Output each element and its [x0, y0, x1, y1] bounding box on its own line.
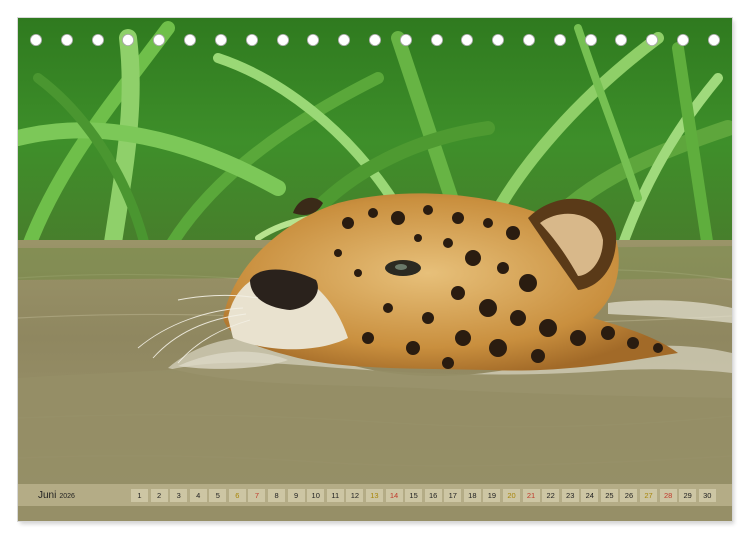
- day-cell: 27: [640, 489, 658, 502]
- day-cell: 1: [131, 489, 148, 502]
- day-cell: 22: [542, 489, 560, 502]
- day-cell: 19: [483, 489, 501, 502]
- day-cell: 18: [463, 489, 481, 502]
- binding-hole: [338, 34, 351, 46]
- binding-hole: [399, 34, 412, 46]
- binding-hole: [368, 34, 381, 46]
- day-cell: 26: [620, 489, 638, 502]
- binding-hole: [492, 34, 505, 46]
- day-cell: 25: [600, 489, 618, 502]
- binding-hole: [91, 34, 104, 46]
- calendar-page: Juni 2026 1 2 3 4 5 6 7 8 9 10 11 12 13 14 15 16 17 18 19 20…: [18, 18, 732, 521]
- day-cell: 15: [405, 489, 423, 502]
- day-cell: 23: [561, 489, 579, 502]
- binding-hole: [122, 34, 135, 46]
- day-cell: 3: [170, 489, 188, 502]
- day-cell: 9: [287, 489, 305, 502]
- day-cell: 30: [698, 489, 716, 502]
- binding-hole: [214, 34, 227, 46]
- day-list: 1 2 3 4 5 6 7 8 9 10 11 12 13 14 15 16 17 18 19 20 21 22 23 24 2…: [131, 488, 716, 503]
- day-cell: 29: [679, 489, 697, 502]
- day-cell: 4: [189, 489, 207, 502]
- binding-hole: [430, 34, 443, 46]
- day-cell: 16: [424, 489, 442, 502]
- day-cell: 28: [659, 489, 677, 502]
- month-label: Juni 2026: [38, 491, 75, 502]
- binding-hole: [677, 34, 690, 46]
- binding-hole: [153, 34, 166, 46]
- binding-hole: [523, 34, 535, 46]
- binding-hole: [245, 34, 258, 46]
- binding-hole: [553, 34, 566, 46]
- day-cell: 21: [522, 489, 540, 502]
- binding-hole: [30, 34, 42, 46]
- day-cell: 14: [385, 489, 403, 502]
- jaguar-swimming-photo: [18, 18, 732, 521]
- day-cell: 12: [346, 489, 364, 502]
- day-cell: 10: [307, 489, 325, 502]
- binding-hole: [60, 34, 73, 46]
- binding-hole: [307, 34, 320, 46]
- year-label: 2026: [59, 493, 75, 500]
- day-cell: 5: [209, 489, 227, 502]
- day-cell: 17: [444, 489, 462, 502]
- binding-hole: [707, 34, 720, 46]
- day-cell: 20: [502, 489, 520, 502]
- binding-hole: [184, 34, 197, 46]
- day-cell: 8: [268, 489, 286, 502]
- day-cell: 6: [228, 489, 246, 502]
- day-cell: 13: [365, 489, 383, 502]
- day-cell: 11: [326, 489, 344, 502]
- month-name: Juni: [38, 490, 57, 501]
- binding-hole: [461, 34, 474, 46]
- binding-hole: [276, 34, 289, 46]
- day-cell: 2: [150, 489, 168, 502]
- binding-hole: [615, 34, 628, 46]
- spiral-binding-holes: [30, 33, 720, 47]
- day-cell: 24: [581, 489, 599, 502]
- binding-hole: [584, 34, 597, 46]
- day-cell: 7: [248, 489, 266, 502]
- binding-hole: [646, 34, 659, 46]
